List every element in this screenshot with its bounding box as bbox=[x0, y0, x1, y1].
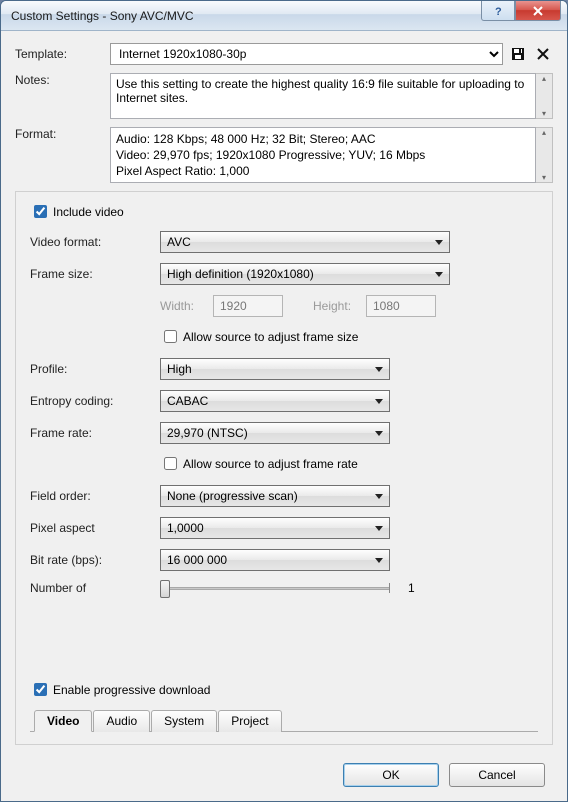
dialog-window: Custom Settings - Sony AVC/MVC ? Templat… bbox=[0, 0, 568, 802]
frame-size-label: Frame size: bbox=[30, 267, 160, 281]
height-input: 1080 bbox=[366, 295, 436, 317]
framerate-select[interactable]: 29,970 (NTSC) bbox=[160, 422, 390, 444]
delete-template-icon[interactable] bbox=[533, 44, 553, 64]
notes-scrollbar[interactable]: ▴▾ bbox=[536, 73, 553, 119]
window-title: Custom Settings - Sony AVC/MVC bbox=[11, 9, 194, 23]
titlebar: Custom Settings - Sony AVC/MVC ? bbox=[1, 1, 567, 31]
bitrate-select[interactable]: 16 000 000 bbox=[160, 549, 390, 571]
tab-audio[interactable]: Audio bbox=[93, 710, 150, 732]
allow-adjust-size-checkbox[interactable]: Allow source to adjust frame size bbox=[160, 327, 538, 346]
width-label: Width: bbox=[160, 299, 205, 313]
template-select[interactable]: Internet 1920x1080-30p bbox=[110, 43, 503, 65]
cancel-button[interactable]: Cancel bbox=[449, 763, 545, 787]
format-summary: Audio: 128 Kbps; 48 000 Hz; 32 Bit; Ster… bbox=[110, 127, 536, 183]
tab-project[interactable]: Project bbox=[218, 710, 281, 732]
video-format-select[interactable]: AVC bbox=[160, 231, 450, 253]
entropy-select[interactable]: CABAC bbox=[160, 390, 390, 412]
field-order-label: Field order: bbox=[30, 489, 160, 503]
profile-select[interactable]: High bbox=[160, 358, 390, 380]
allow-adjust-rate-checkbox[interactable]: Allow source to adjust frame rate bbox=[160, 454, 538, 473]
framerate-label: Frame rate: bbox=[30, 426, 160, 440]
video-group: Include video Video format: AVC Frame si… bbox=[15, 191, 553, 745]
template-label: Template: bbox=[15, 47, 110, 61]
numberof-label: Number of bbox=[30, 581, 160, 595]
format-label: Format: bbox=[15, 127, 110, 141]
numberof-value: 1 bbox=[408, 581, 415, 595]
content-area: Template: Internet 1920x1080-30p Notes: … bbox=[1, 31, 567, 801]
save-template-icon[interactable] bbox=[508, 44, 528, 64]
height-label: Height: bbox=[313, 299, 358, 313]
frame-size-select[interactable]: High definition (1920x1080) bbox=[160, 263, 450, 285]
notes-label: Notes: bbox=[15, 73, 110, 87]
help-button[interactable]: ? bbox=[481, 1, 515, 21]
pixel-aspect-label: Pixel aspect bbox=[30, 521, 160, 535]
close-button[interactable] bbox=[515, 1, 561, 21]
field-order-select[interactable]: None (progressive scan) bbox=[160, 485, 390, 507]
notes-textarea[interactable]: Use this setting to create the highest q… bbox=[110, 73, 536, 119]
width-input: 1920 bbox=[213, 295, 283, 317]
pixel-aspect-select[interactable]: 1,0000 bbox=[160, 517, 390, 539]
video-format-label: Video format: bbox=[30, 235, 160, 249]
numberof-slider[interactable] bbox=[160, 587, 390, 590]
svg-text:?: ? bbox=[495, 6, 502, 17]
format-scrollbar[interactable]: ▴▾ bbox=[536, 127, 553, 183]
entropy-label: Entropy coding: bbox=[30, 394, 160, 408]
include-video-checkbox[interactable]: Include video bbox=[30, 202, 538, 221]
footer: OK Cancel bbox=[15, 751, 553, 791]
profile-label: Profile: bbox=[30, 362, 160, 376]
tab-bar: Video Audio System Project bbox=[30, 709, 538, 732]
tab-system[interactable]: System bbox=[151, 710, 217, 732]
progressive-download-checkbox[interactable]: Enable progressive download bbox=[30, 680, 538, 699]
bitrate-label: Bit rate (bps): bbox=[30, 553, 160, 567]
ok-button[interactable]: OK bbox=[343, 763, 439, 787]
tab-video[interactable]: Video bbox=[34, 710, 92, 732]
